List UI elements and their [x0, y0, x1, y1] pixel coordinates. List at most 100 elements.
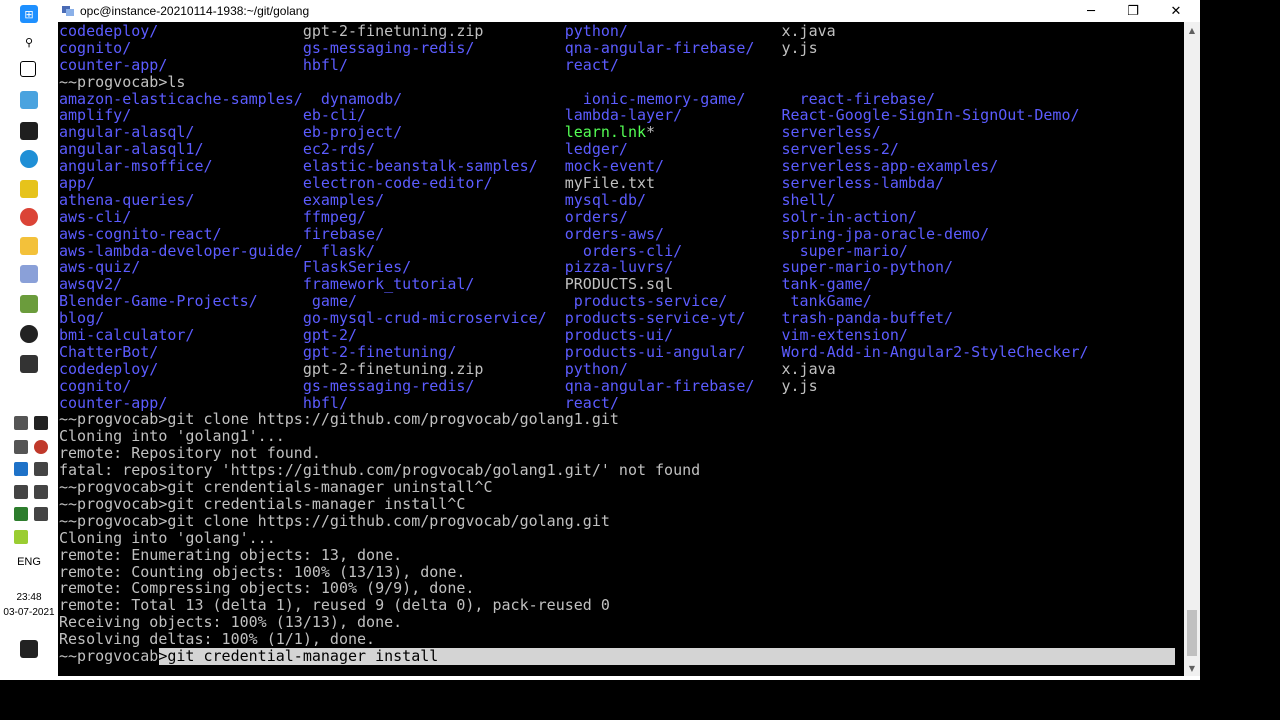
directory-entry: react/ [564, 393, 619, 412]
terminal-text: remote: Enumerating objects: 13, done. [59, 545, 403, 564]
terminal-line: remote: Compressing objects: 100% (9/9),… [59, 580, 1089, 597]
directory-entry: Blender-Game-Projects/ [59, 292, 258, 311]
record-icon[interactable] [34, 440, 48, 454]
remote-desktop-icon[interactable] [20, 91, 38, 109]
directory-entry: serverless-lambda/ [781, 174, 945, 193]
clock-time[interactable]: 23:48 [0, 592, 58, 603]
network-status-icon[interactable] [14, 530, 28, 544]
battery-icon[interactable] [34, 507, 48, 521]
microphone-icon[interactable] [34, 416, 48, 430]
terminal-line: codedeploy/ gpt-2-finetuning.zip python/… [59, 23, 1089, 40]
sticky-notes-icon[interactable] [20, 180, 38, 198]
command-input[interactable]: >git credential-manager install [158, 647, 438, 665]
terminal-text: remote: Compressing objects: 100% (9/9),… [59, 579, 475, 598]
directory-entry: cognito/ [59, 376, 132, 395]
edge-icon[interactable] [20, 150, 38, 168]
directory-entry: products-service-yt/ [564, 309, 746, 328]
directory-entry: react-firebase/ [799, 89, 936, 108]
terminal-text: remote: Total 13 (delta 1), reused 9 (de… [59, 596, 610, 615]
terminal-icon[interactable] [20, 355, 38, 373]
maximize-button[interactable]: ❐ [1112, 0, 1154, 22]
putty-icon[interactable] [20, 265, 38, 283]
directory-entry: products-ui-angular/ [564, 342, 746, 361]
obs-icon[interactable] [20, 325, 38, 343]
window-titlebar[interactable]: opc@instance-20210114-1938:~/git/golang … [58, 0, 1200, 22]
chrome-icon[interactable] [20, 208, 38, 226]
directory-entry: mock-event/ [564, 157, 665, 176]
security-shield-icon[interactable] [14, 440, 28, 454]
scroll-up-icon[interactable]: ▲ [1184, 22, 1200, 38]
clock-date[interactable]: 03-07-2021 [0, 607, 58, 618]
terminal-text: y.js [781, 38, 818, 57]
terminal-line: counter-app/ hbfl/ react/ [59, 56, 1089, 74]
language-indicator[interactable]: ENG [0, 556, 58, 568]
terminal-line: remote: Enumerating objects: 13, done. [59, 545, 1089, 564]
search-icon[interactable]: ⚲ [20, 33, 38, 51]
display-icon[interactable] [34, 485, 48, 499]
terminal-text: PRODUCTS.sql [564, 275, 674, 294]
task-view-icon[interactable] [20, 61, 36, 77]
directory-entry: counter-app/ [59, 393, 168, 412]
directory-entry: products-service/ [573, 292, 728, 311]
directory-entry: ledger/ [564, 140, 628, 159]
terminal-text: myFile.txt [564, 174, 656, 193]
scrollbar-thumb[interactable] [1187, 610, 1197, 656]
directory-entry: super-mario/ [799, 241, 908, 260]
notification-center-icon[interactable] [20, 640, 38, 658]
directory-entry: codedeploy/ [59, 359, 159, 378]
tablet-mode-icon[interactable] [14, 416, 28, 430]
vertical-scrollbar[interactable]: ▲ ▼ [1184, 22, 1200, 676]
terminal-line: Receiving objects: 100% (13/13), done. [59, 614, 1089, 631]
wifi-icon[interactable] [14, 485, 28, 499]
prompt-line[interactable]: ~~progvocab>git credential-manager insta… [59, 647, 1175, 665]
directory-entry: examples/ [302, 190, 385, 209]
terminal-output[interactable]: codedeploy/ gpt-2-finetuning.zip python/… [58, 22, 1184, 676]
bluetooth-icon[interactable] [14, 462, 28, 476]
close-button[interactable]: ✕ [1155, 0, 1197, 22]
terminal-line: cognito/ gs-messaging-redis/ qna-angular… [59, 38, 1089, 57]
directory-entry: python/ [564, 359, 628, 378]
directory-entry: athena-queries/ [59, 190, 195, 209]
terminal-line: ~~progvocab>git credentials-manager inst… [59, 495, 1089, 513]
directory-entry: vim-extension/ [781, 326, 908, 345]
scroll-down-icon[interactable]: ▼ [1184, 660, 1200, 676]
directory-entry: shell/ [781, 190, 836, 209]
directory-entry: dynamodb/ [320, 89, 403, 108]
terminal-text: gpt-2-finetuning.zip [302, 359, 484, 378]
terminal-line: Cloning into 'golang1'... [59, 428, 1089, 445]
file-explorer-icon[interactable] [20, 237, 38, 255]
app-tray-icon[interactable] [14, 507, 28, 521]
directory-entry: ionic-memory-game/ [582, 89, 746, 108]
minimize-button[interactable]: ─ [1070, 0, 1112, 22]
terminal-text: ~~progvocab>git clone https://github.com… [59, 410, 619, 429]
notepad-icon[interactable] [20, 295, 38, 313]
directory-entry: spring-jpa-oracle-demo/ [781, 224, 990, 243]
terminal-text: ~~progvocab>git crendentials-manager uni… [59, 478, 493, 497]
terminal-line: Resolving deltas: 100% (1/1), done. [59, 631, 1089, 648]
terminal-text: ~~progvocab>git clone https://github.com… [59, 511, 610, 530]
volume-icon[interactable] [34, 462, 48, 476]
directory-entry: codedeploy/ [59, 22, 159, 40]
directory-entry: awsqv2/ [59, 275, 123, 294]
windows-start-icon[interactable]: ⊞ [20, 5, 38, 23]
store-icon[interactable] [20, 122, 38, 140]
directory-entry: elastic-beanstalk-samples/ [302, 157, 538, 176]
directory-entry: python/ [564, 22, 628, 40]
terminal-text: remote: Counting objects: 100% (13/13), … [59, 562, 466, 581]
